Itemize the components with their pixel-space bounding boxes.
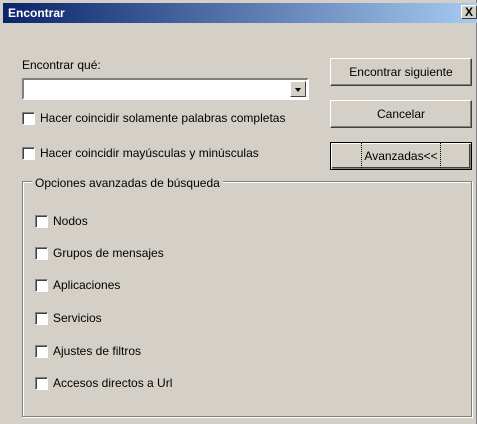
services-label[interactable]: Servicios bbox=[53, 311, 102, 325]
match-whole-word-checkbox[interactable] bbox=[22, 112, 35, 125]
applications-checkbox[interactable] bbox=[35, 279, 48, 292]
advanced-options-legend: Opciones avanzadas de búsqueda bbox=[32, 176, 223, 190]
message-groups-checkbox[interactable] bbox=[35, 247, 48, 260]
advanced-label: Avanzadas<< bbox=[361, 142, 441, 170]
filter-settings-label[interactable]: Ajustes de filtros bbox=[53, 344, 141, 358]
chevron-down-icon[interactable] bbox=[290, 81, 306, 97]
match-whole-word-label[interactable]: Hacer coincidir solamente palabras compl… bbox=[40, 111, 285, 125]
url-shortcuts-checkbox[interactable] bbox=[35, 377, 48, 390]
title-bar[interactable]: Encontrar X bbox=[3, 3, 477, 23]
services-checkbox[interactable] bbox=[35, 312, 48, 325]
nodes-label[interactable]: Nodos bbox=[53, 214, 88, 228]
advanced-button[interactable]: Avanzadas<< bbox=[330, 142, 472, 170]
cancel-button[interactable]: Cancelar bbox=[330, 100, 472, 128]
window-title: Encontrar bbox=[8, 6, 65, 20]
match-case-label[interactable]: Hacer coincidir mayúsculas y minúsculas bbox=[40, 146, 259, 160]
nodes-checkbox[interactable] bbox=[35, 215, 48, 228]
find-next-label: Encontrar siguiente bbox=[349, 65, 453, 79]
filter-settings-checkbox[interactable] bbox=[35, 345, 48, 358]
url-shortcuts-label[interactable]: Accesos directos a Url bbox=[53, 376, 172, 390]
match-case-checkbox[interactable] bbox=[22, 147, 35, 160]
find-next-button[interactable]: Encontrar siguiente bbox=[330, 58, 472, 86]
find-what-label: Encontrar qué: bbox=[22, 58, 101, 72]
applications-label[interactable]: Aplicaciones bbox=[53, 278, 120, 292]
message-groups-label[interactable]: Grupos de mensajes bbox=[53, 246, 164, 260]
cancel-label: Cancelar bbox=[376, 107, 426, 121]
find-dialog: Encontrar X Encontrar qué: Hacer coincid… bbox=[0, 0, 477, 424]
close-icon[interactable]: X bbox=[461, 5, 477, 19]
find-what-combobox[interactable] bbox=[22, 78, 309, 100]
